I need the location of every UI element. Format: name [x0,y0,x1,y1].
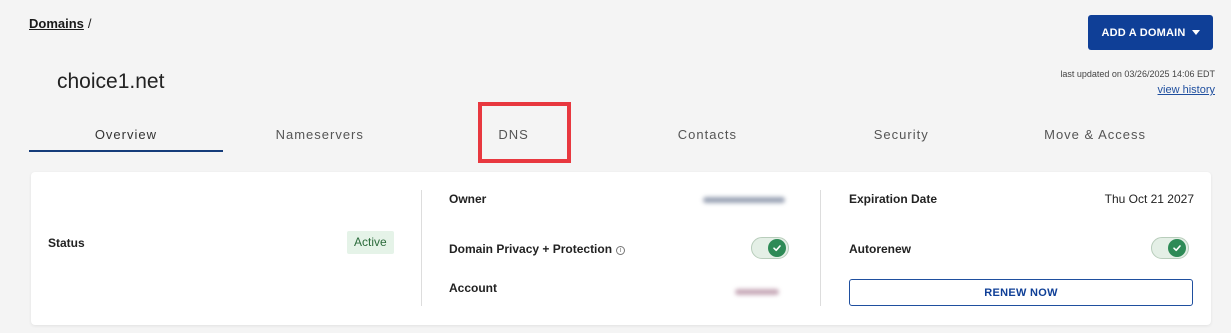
breadcrumb-domains-link[interactable]: Domains [29,16,84,31]
privacy-label-text: Domain Privacy + Protection [449,242,613,256]
tab-bar: Overview Nameservers DNS Contacts Securi… [29,120,1192,152]
caret-down-icon [1191,30,1200,35]
tab-overview[interactable]: Overview [29,120,223,152]
domain-overview-page: Domains / ADD A DOMAIN choice1.net last u… [0,0,1231,333]
account-label: Account [449,281,497,295]
column-divider [421,190,422,306]
tab-security[interactable]: Security [804,120,998,152]
owner-label: Owner [449,192,487,206]
autorenew-toggle[interactable] [1151,237,1189,259]
tab-move-access[interactable]: Move & Access [998,120,1192,152]
renew-now-button[interactable]: RENEW NOW [849,279,1193,306]
privacy-label: Domain Privacy + Protection i [449,242,626,256]
add-domain-label: ADD A DOMAIN [1101,26,1186,39]
account-value-redacted [735,289,779,295]
tab-contacts[interactable]: Contacts [610,120,804,152]
status-badge: Active [347,231,394,254]
column-divider [820,190,821,306]
owner-value-redacted [703,197,785,203]
tab-nameservers[interactable]: Nameservers [223,120,417,152]
add-domain-button[interactable]: ADD A DOMAIN [1088,15,1213,50]
check-icon [768,239,786,257]
last-updated-text: last updated on 03/26/2025 14:06 EDT [1060,69,1215,79]
info-icon[interactable]: i [616,246,626,255]
dns-tab-highlight [478,102,571,163]
expiration-label: Expiration Date [849,192,938,206]
breadcrumb: Domains / [29,16,92,31]
check-icon [1168,239,1186,257]
status-label: Status [48,236,85,250]
autorenew-label: Autorenew [849,242,912,256]
expiration-date: Thu Oct 21 2027 [1104,192,1194,206]
breadcrumb-separator: / [87,16,92,31]
view-history-link[interactable]: view history [1158,84,1215,96]
page-title: choice1.net [57,70,165,93]
domain-summary-card: Status Active Owner Domain Privacy + Pro… [31,172,1211,325]
privacy-toggle[interactable] [751,237,789,259]
